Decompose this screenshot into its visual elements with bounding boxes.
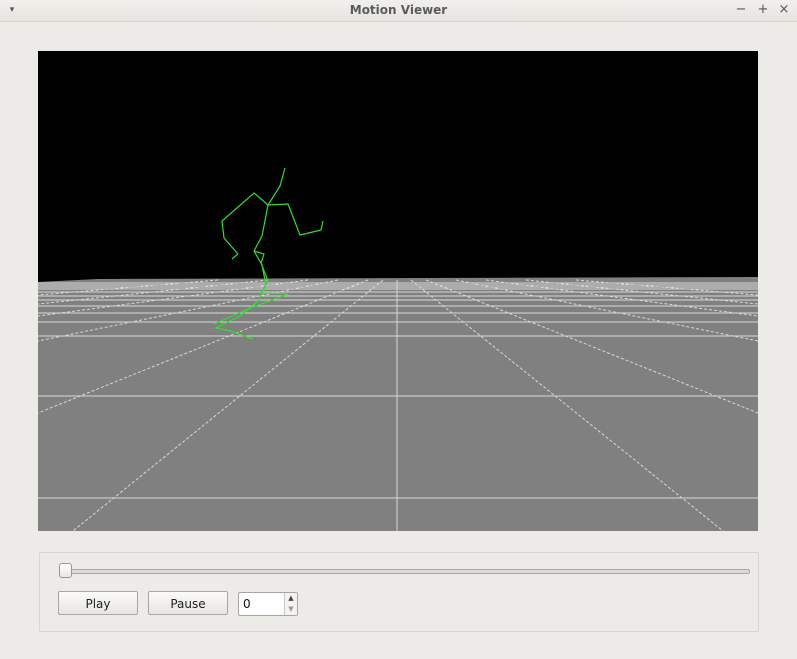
window-title: Motion Viewer [349, 3, 448, 17]
scene-canvas [38, 51, 758, 531]
frame-slider-handle[interactable] [59, 563, 72, 578]
3d-viewport[interactable] [38, 51, 758, 531]
play-button[interactable]: Play [58, 591, 138, 615]
spin-down-icon[interactable]: ▼ [284, 604, 297, 615]
title-bar[interactable]: ▾ Motion Viewer − + × [0, 0, 797, 22]
ground-plane [38, 277, 758, 531]
maximize-icon[interactable]: + [754, 1, 772, 19]
pause-button[interactable]: Pause [148, 591, 228, 615]
sky-background [38, 51, 758, 279]
frame-spinbox-value[interactable]: 0 [243, 597, 251, 611]
close-icon[interactable]: × [775, 1, 793, 19]
minimize-icon[interactable]: − [732, 1, 750, 19]
frame-slider-track[interactable] [60, 569, 750, 574]
playback-controls: Play Pause 0 ▲ ▼ [39, 552, 759, 632]
spin-up-icon[interactable]: ▲ [284, 593, 297, 604]
motion-viewer-window: ▾ Motion Viewer − + × Play Pause 0 ▲ ▼ [0, 0, 797, 659]
frame-spinbox[interactable]: 0 ▲ ▼ [238, 592, 298, 616]
